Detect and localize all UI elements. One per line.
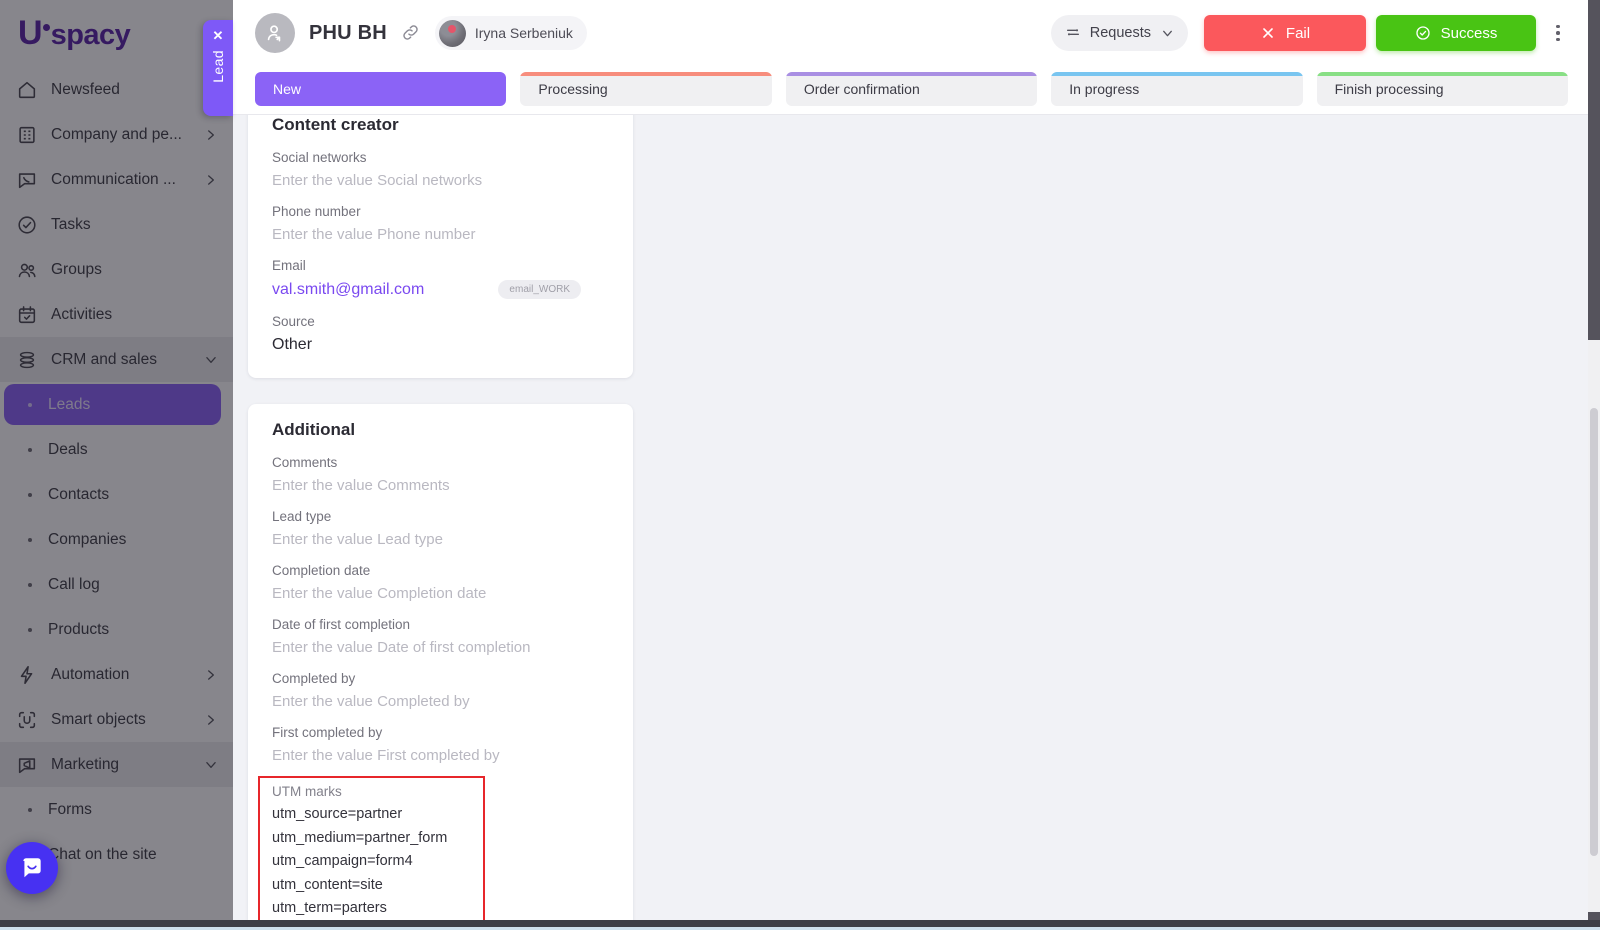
field-value[interactable]: Other xyxy=(272,336,609,354)
lead-overlay-tab[interactable]: ✕ Lead xyxy=(203,20,233,116)
field-placeholder[interactable]: Enter the value Lead type xyxy=(272,531,609,548)
stage-tab-finish-processing[interactable]: Finish processing xyxy=(1316,72,1569,106)
copy-link-icon[interactable] xyxy=(401,23,421,43)
lead-header: PHU BH Iryna Serbeniuk Requests Fail Suc… xyxy=(233,0,1588,66)
field-placeholder[interactable]: Enter the value Social networks xyxy=(272,172,609,189)
chat-bubble-icon xyxy=(23,858,41,878)
field-placeholder[interactable]: Enter the value Completion date xyxy=(272,585,609,602)
field-placeholder[interactable]: Enter the value Comments xyxy=(272,477,609,494)
utm-value[interactable]: utm_content=site xyxy=(272,874,471,898)
lead-panel: PHU BH Iryna Serbeniuk Requests Fail Suc… xyxy=(233,0,1588,920)
field-placeholder[interactable]: Enter the value Completed by xyxy=(272,693,609,710)
field-label: Lead type xyxy=(272,509,332,524)
chat-widget-button[interactable] xyxy=(6,842,58,894)
field-completed-by: Completed by Enter the value Completed by xyxy=(272,671,609,710)
field-label: First completed by xyxy=(272,725,383,740)
stage-tab-order-confirmation[interactable]: Order confirmation xyxy=(785,72,1038,106)
field-date-of-first-completion: Date of first completion Enter the value … xyxy=(272,617,609,656)
card-title: Additional xyxy=(272,420,356,439)
assignee-chip[interactable]: Iryna Serbeniuk xyxy=(434,16,587,50)
field-placeholder[interactable]: Enter the value Phone number xyxy=(272,226,609,243)
field-label: Comments xyxy=(272,455,338,470)
field-label: UTM marks xyxy=(272,784,342,799)
filter-icon xyxy=(1065,25,1081,41)
field-label: Completed by xyxy=(272,671,356,686)
field-label: Phone number xyxy=(272,204,361,219)
utm-value[interactable]: utm_campaign=form4 xyxy=(272,850,471,874)
field-social-networks: Social networks Enter the value Social ne… xyxy=(272,150,609,189)
field-lead-type: Lead type Enter the value Lead type xyxy=(272,509,609,548)
page-title: PHU BH xyxy=(309,21,387,44)
email-type-badge: email_WORK xyxy=(498,280,581,299)
stage-pipeline: New Processing Order confirmation In pro… xyxy=(233,66,1588,114)
success-button[interactable]: Success xyxy=(1376,15,1536,51)
card-title: Content creator xyxy=(272,115,399,134)
requests-label: Requests xyxy=(1089,25,1151,41)
field-email: Email val.smith@gmail.com email_WORK xyxy=(272,258,609,299)
email-value[interactable]: val.smith@gmail.com xyxy=(272,281,424,299)
person-arrow-icon xyxy=(267,25,281,42)
field-phone-number: Phone number Enter the value Phone number xyxy=(272,204,609,243)
field-source: Source Other xyxy=(272,314,609,354)
detail-card: Additional Comments Enter the value Comme… xyxy=(248,404,633,920)
page-edge-bottom xyxy=(0,920,1600,930)
fail-button[interactable]: Fail xyxy=(1204,15,1366,51)
field-label: Date of first completion xyxy=(272,617,411,632)
requests-dropdown[interactable]: Requests xyxy=(1050,15,1188,51)
field-label: Email xyxy=(272,258,306,273)
lead-content: Content creator Social networks Enter the… xyxy=(233,114,1588,920)
lead-avatar xyxy=(255,13,295,53)
cards-column: Content creator Social networks Enter the… xyxy=(248,115,633,920)
utm-value[interactable]: utm_medium=partner_form xyxy=(272,827,471,851)
field-comments: Comments Enter the value Comments xyxy=(272,455,609,494)
assignee-avatar xyxy=(438,19,466,47)
lead-tab-label: Lead xyxy=(210,50,226,83)
annotation-red-box: UTM marks utm_source=partner utm_medium=pa… xyxy=(258,776,485,920)
field-placeholder[interactable]: Enter the value First completed by xyxy=(272,747,609,764)
stage-tab-new[interactable]: New xyxy=(255,72,507,106)
field-completion-date: Completion date Enter the value Completio… xyxy=(272,563,609,602)
more-menu-icon[interactable] xyxy=(1550,22,1566,44)
field-label: Completion date xyxy=(272,563,371,578)
field-label: Source xyxy=(272,314,315,329)
utm-marks-field: UTM marks utm_source=partner utm_medium=pa… xyxy=(258,776,609,920)
utm-value[interactable]: utm_source=partner xyxy=(272,803,471,827)
assignee-name: Iryna Serbeniuk xyxy=(474,25,573,41)
stage-tab-processing[interactable]: Processing xyxy=(520,72,772,106)
check-circle-icon xyxy=(1415,25,1431,41)
stage-tab-in-progress[interactable]: In progress xyxy=(1051,72,1303,106)
scrollbar-thumb[interactable] xyxy=(1590,408,1598,856)
detail-card: Content creator Social networks Enter the… xyxy=(248,115,633,378)
chevron-down-icon xyxy=(1161,27,1174,40)
close-icon[interactable]: ✕ xyxy=(213,29,224,43)
field-first-completed-by: First completed by Enter the value First … xyxy=(272,725,609,764)
utm-value[interactable]: utm_term=parters xyxy=(272,897,471,920)
x-icon xyxy=(1260,25,1276,41)
field-label: Social networks xyxy=(272,150,367,165)
dim-overlay xyxy=(0,0,233,930)
field-placeholder[interactable]: Enter the value Date of first completion xyxy=(272,639,609,656)
